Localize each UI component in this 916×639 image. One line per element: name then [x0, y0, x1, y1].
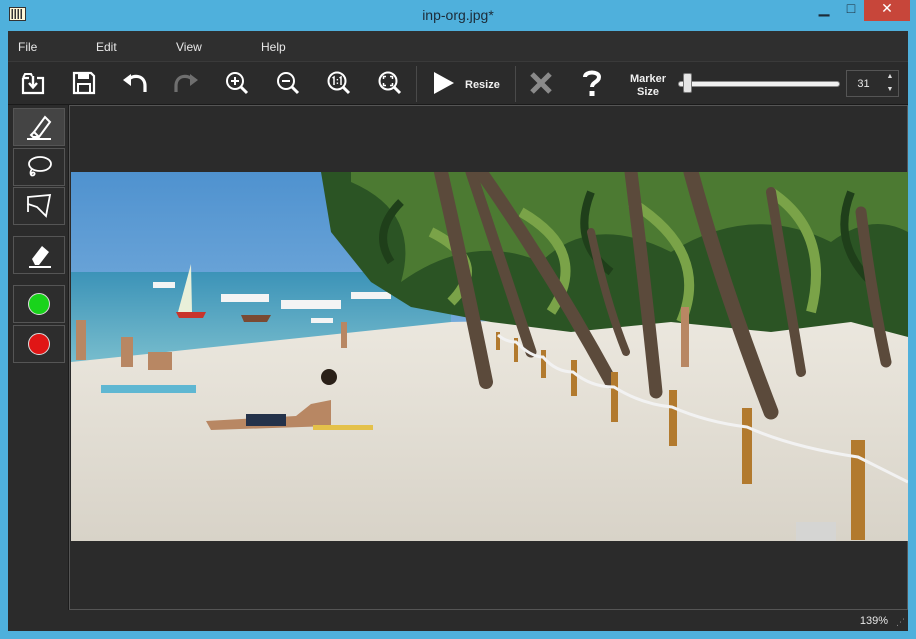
menu-bar: File Edit View Help	[8, 31, 908, 61]
cancel-button[interactable]	[524, 66, 558, 100]
spin-down-icon[interactable]: ▼	[882, 84, 898, 96]
spin-up-icon[interactable]: ▲	[882, 71, 898, 83]
menu-help[interactable]: Help	[261, 40, 286, 54]
resize-grip-icon[interactable]: ⋰	[896, 617, 905, 628]
red-color-swatch	[28, 333, 50, 355]
client-area: File Edit View Help Resize Marker Size 3…	[8, 31, 908, 631]
undo-button[interactable]	[118, 66, 152, 100]
zoom-level: 139%	[859, 615, 888, 627]
save-icon	[72, 71, 96, 95]
toolbar-separator	[416, 66, 417, 102]
marker-size-slider[interactable]	[678, 81, 840, 87]
zoom-out-button[interactable]	[271, 66, 305, 100]
maximize-icon: □	[846, 0, 856, 16]
menu-view[interactable]: View	[176, 40, 202, 54]
eraser-tool-button[interactable]	[13, 236, 65, 274]
play-icon	[434, 72, 454, 94]
help-button[interactable]	[575, 66, 609, 100]
zoom-fit-icon	[378, 71, 402, 95]
red-marker-button[interactable]	[13, 325, 65, 363]
app-window: inp-org.jpg* ▁ □ ✕ File Edit View Help R…	[0, 0, 916, 639]
marker-size-slider-handle[interactable]	[682, 73, 692, 93]
green-marker-button[interactable]	[13, 285, 65, 323]
zoom-actual-button[interactable]	[322, 66, 356, 100]
resize-button[interactable]	[426, 66, 460, 100]
image-canvas[interactable]	[69, 105, 908, 610]
minimize-icon: ▁	[818, 0, 830, 16]
title-bar[interactable]: inp-org.jpg* ▁ □ ✕	[0, 0, 916, 31]
marker-size-label: Marker Size	[629, 73, 667, 98]
green-color-swatch	[28, 293, 50, 315]
close-button[interactable]: ✕	[864, 0, 910, 21]
lasso-icon	[28, 156, 52, 177]
polygon-lasso-tool-button[interactable]	[13, 187, 65, 225]
lasso-tool-button[interactable]	[13, 148, 65, 186]
zoom-in-icon	[226, 72, 249, 95]
resize-label[interactable]: Resize	[465, 79, 500, 91]
beach-photo[interactable]	[71, 172, 908, 541]
open-icon	[21, 73, 45, 95]
zoom-fit-button[interactable]	[373, 66, 407, 100]
zoom-in-button[interactable]	[220, 66, 254, 100]
save-button[interactable]	[67, 66, 101, 100]
marker-size-value[interactable]: 31	[847, 78, 880, 90]
zoom-actual-icon	[327, 71, 351, 95]
redo-icon	[174, 74, 198, 92]
window-title: inp-org.jpg*	[422, 7, 494, 23]
toolbar-separator	[515, 66, 516, 102]
undo-icon	[123, 74, 147, 92]
close-icon: ✕	[881, 0, 893, 16]
zoom-out-icon	[277, 72, 300, 95]
maximize-button[interactable]: □	[838, 0, 864, 21]
eraser-icon	[29, 246, 51, 268]
toolbar: Resize Marker Size 31 ▲ ▼	[8, 61, 908, 105]
menu-edit[interactable]: Edit	[96, 40, 117, 54]
menu-file[interactable]: File	[18, 40, 37, 54]
marker-tool-button[interactable]	[13, 108, 65, 146]
help-icon	[583, 70, 602, 96]
marker-size-spinbox[interactable]: 31 ▲ ▼	[846, 70, 899, 97]
redo-button[interactable]	[169, 66, 203, 100]
marker-icon	[27, 115, 52, 140]
cancel-icon	[530, 72, 552, 94]
minimize-button[interactable]: ▁	[810, 0, 838, 21]
status-bar: 139% ⋰	[8, 610, 908, 631]
polygon-lasso-icon	[27, 193, 52, 218]
open-button[interactable]	[16, 66, 50, 100]
tool-panel	[8, 105, 69, 610]
